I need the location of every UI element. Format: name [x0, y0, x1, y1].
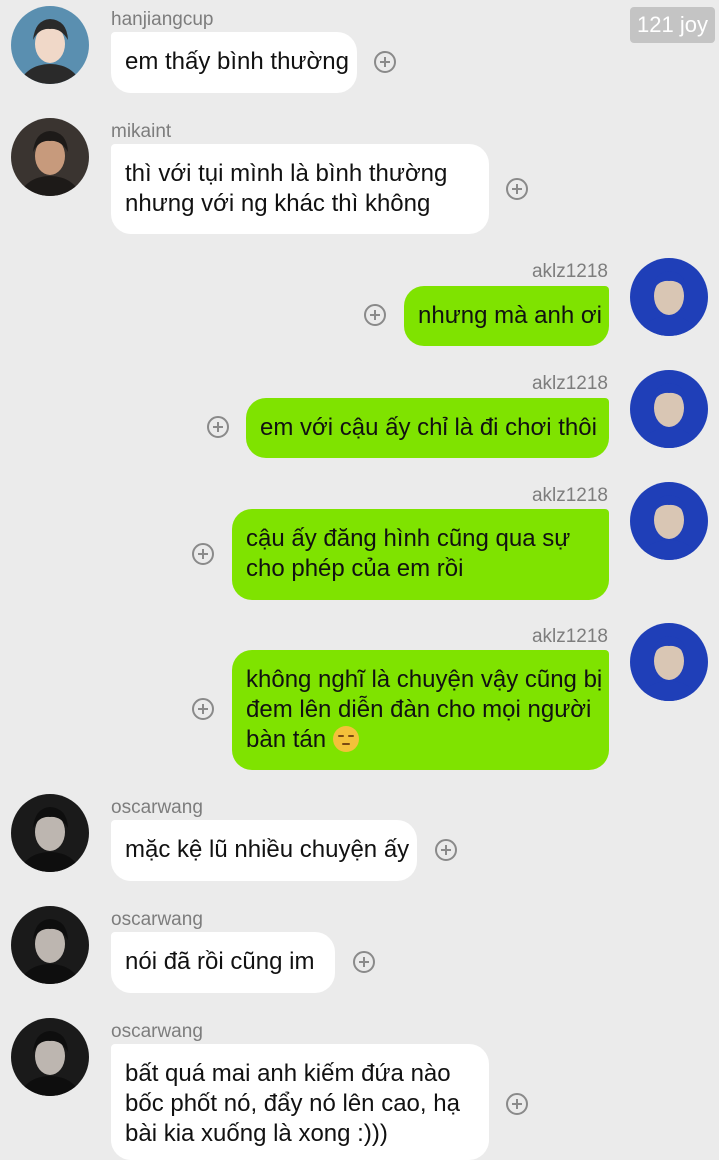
- avatar[interactable]: [11, 794, 89, 872]
- chat-thread: hanjiangcup em thấy bình thường mikaint …: [0, 0, 719, 1160]
- username: aklz1218: [531, 373, 608, 394]
- username: hanjiangcup: [111, 9, 214, 30]
- message-bubble[interactable]: nói đã rồi cũng im: [111, 932, 335, 993]
- message-text: em thấy bình thường: [125, 48, 349, 75]
- add-reaction-icon[interactable]: [435, 839, 457, 861]
- avatar[interactable]: [630, 370, 708, 448]
- username: mikaint: [111, 121, 172, 142]
- message-text: em với cậu ấy chỉ là đi chơi thôi: [260, 414, 597, 441]
- message-text: bất quá mai anh kiếm đứa nào: [125, 1060, 451, 1087]
- joy-count-badge[interactable]: 121 joy: [630, 7, 715, 43]
- message-bubble[interactable]: không nghĩ là chuyện vậy cũng bị đem lên…: [232, 650, 609, 770]
- message-bubble[interactable]: em thấy bình thường: [111, 32, 357, 93]
- add-reaction-icon[interactable]: [353, 951, 375, 973]
- pensive-face-emoji: [332, 726, 359, 752]
- avatar[interactable]: [630, 258, 708, 336]
- message-row: aklz1218 không nghĩ là chuyện vậy cũng b…: [0, 623, 719, 773]
- message-row: oscarwang mặc kệ lũ nhiều chuyện ấy: [0, 794, 719, 884]
- avatar[interactable]: [630, 623, 708, 701]
- message-text: nhưng mà anh ơi: [418, 302, 602, 329]
- message-bubble[interactable]: bất quá mai anh kiếm đứa nào bốc phốt nó…: [111, 1044, 489, 1160]
- message-text: cậu ấy đăng hình cũng qua sự: [246, 525, 571, 552]
- message-row: aklz1218 cậu ấy đăng hình cũng qua sự ch…: [0, 482, 719, 602]
- message-bubble[interactable]: em với cậu ấy chỉ là đi chơi thôi: [246, 398, 609, 458]
- message-row: oscarwang nói đã rồi cũng im: [0, 906, 719, 996]
- message-bubble[interactable]: mặc kệ lũ nhiều chuyện ấy: [111, 820, 417, 881]
- user-avatar-icon: [11, 6, 89, 84]
- username: aklz1218: [531, 626, 608, 647]
- message-text: đem lên diễn đàn cho mọi người: [246, 696, 592, 723]
- message-text: nhưng với ng khác thì không: [125, 190, 431, 217]
- message-bubble[interactable]: thì với tụi mình là bình thường nhưng vớ…: [111, 144, 489, 234]
- add-reaction-icon[interactable]: [364, 304, 386, 326]
- message-text: cho phép của em rồi: [246, 555, 464, 582]
- user-avatar-icon: [11, 118, 89, 196]
- message-row: oscarwang bất quá mai anh kiếm đứa nào b…: [0, 1018, 719, 1160]
- message-text: bàn tán: [246, 726, 327, 753]
- user-avatar-icon: [630, 482, 708, 560]
- avatar[interactable]: [11, 118, 89, 196]
- username: oscarwang: [111, 797, 203, 818]
- username: oscarwang: [111, 1021, 203, 1042]
- avatar[interactable]: [630, 482, 708, 560]
- avatar[interactable]: [11, 1018, 89, 1096]
- username: aklz1218: [531, 261, 608, 282]
- message-bubble[interactable]: cậu ấy đăng hình cũng qua sự cho phép củ…: [232, 509, 609, 600]
- user-avatar-icon: [630, 258, 708, 336]
- message-text: nói đã rồi cũng im: [125, 948, 315, 975]
- avatar[interactable]: [11, 906, 89, 984]
- add-reaction-icon[interactable]: [207, 416, 229, 438]
- message-text: mặc kệ lũ nhiều chuyện ấy: [125, 836, 410, 863]
- user-avatar-icon: [11, 1018, 89, 1096]
- user-avatar-icon: [11, 794, 89, 872]
- message-text: không nghĩ là chuyện vậy cũng bị: [246, 666, 603, 693]
- message-row: hanjiangcup em thấy bình thường: [0, 6, 719, 96]
- message-text: thì với tụi mình là bình thường: [125, 160, 448, 187]
- avatar[interactable]: [11, 6, 89, 84]
- message-bubble[interactable]: nhưng mà anh ơi: [404, 286, 609, 346]
- message-text: bốc phốt nó, đẩy nó lên cao, hạ: [125, 1090, 460, 1117]
- username: aklz1218: [531, 485, 608, 506]
- message-row: mikaint thì với tụi mình là bình thường …: [0, 118, 719, 236]
- message-row: aklz1218 em với cậu ấy chỉ là đi chơi th…: [0, 370, 719, 460]
- message-text: bài kia xuống là xong :))): [125, 1120, 388, 1147]
- user-avatar-icon: [630, 370, 708, 448]
- username: oscarwang: [111, 909, 203, 930]
- message-row: aklz1218 nhưng mà anh ơi: [0, 258, 719, 348]
- add-reaction-icon[interactable]: [192, 543, 214, 565]
- add-reaction-icon[interactable]: [506, 178, 528, 200]
- user-avatar-icon: [630, 623, 708, 701]
- add-reaction-icon[interactable]: [192, 698, 214, 720]
- add-reaction-icon[interactable]: [506, 1093, 528, 1115]
- add-reaction-icon[interactable]: [374, 51, 396, 73]
- user-avatar-icon: [11, 906, 89, 984]
